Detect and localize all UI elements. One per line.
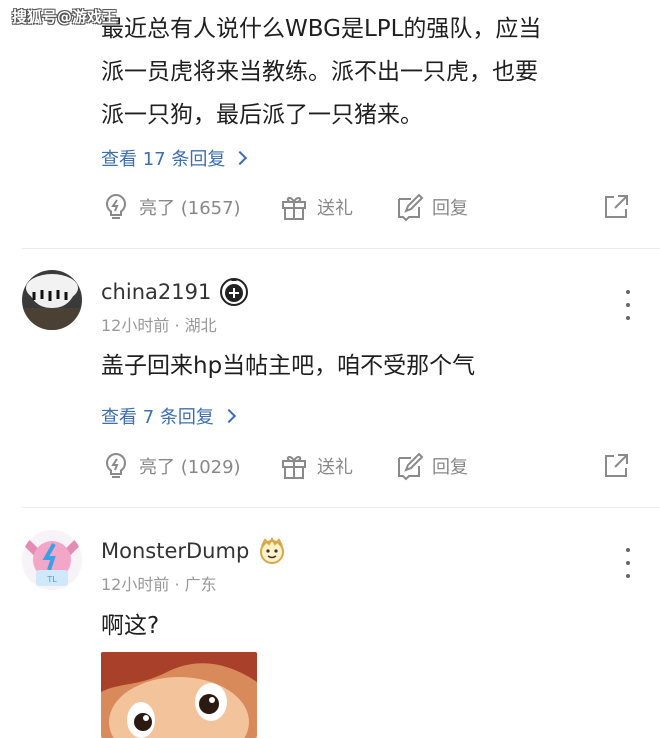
share-icon	[605, 454, 628, 477]
reply-button[interactable]: 回复	[394, 190, 468, 224]
comment-text-1: 最近总有人说什么WBG是LPL的强队，应当 派一员虎将来当教练。派不出一只虎，也…	[101, 8, 541, 137]
comment-meta: 12小时前 · 湖北	[101, 312, 217, 336]
reply-label: 回复	[432, 457, 468, 478]
divider	[22, 507, 660, 508]
comment-line: 派一只狗，最后派了一只猪来。	[101, 102, 423, 128]
like-count: 亮了 (1029)	[139, 457, 241, 478]
divider	[22, 248, 660, 249]
comment-meta: 12小时前 · 广东	[101, 571, 217, 595]
comment-text-2: 盖子回来hp当帖主吧，咱不受那个气	[101, 353, 476, 379]
like-button[interactable]: 亮了 (1029)	[101, 449, 241, 483]
view-replies-link[interactable]: 查看 7 条回复	[101, 403, 236, 429]
gift-icon	[282, 455, 306, 479]
action-bar: 亮了 (1657) 送礼 回复	[101, 190, 641, 224]
edit-reply-icon	[398, 193, 424, 222]
reply-button[interactable]: 回复	[394, 449, 468, 483]
action-bar: 亮了 (1029) 送礼 回复	[101, 449, 641, 483]
share-button[interactable]	[601, 449, 631, 483]
gift-label: 送礼	[317, 457, 353, 478]
comment-time: 12小时前	[101, 316, 170, 335]
watermark: 搜狐号@游戏王	[12, 8, 118, 26]
share-button[interactable]	[601, 190, 631, 224]
gift-button[interactable]: 送礼	[279, 449, 353, 483]
comment-image[interactable]	[101, 652, 257, 738]
chevron-right-icon	[221, 408, 236, 424]
username-text: MonsterDump	[101, 539, 250, 563]
view-replies-label: 查看 17 条回复	[101, 149, 226, 170]
comment-location: 广东	[184, 575, 217, 594]
comment-line: 最近总有人说什么WBG是LPL的强队，应当	[101, 16, 542, 42]
meta-separator: ·	[174, 316, 185, 335]
gift-button[interactable]: 送礼	[279, 190, 353, 224]
chevron-right-icon	[233, 150, 248, 166]
svg-text:TL: TL	[46, 575, 57, 584]
comment-line: 派一员虎将来当教练。派不出一只虎，也要	[101, 59, 538, 85]
lightbulb-icon	[105, 452, 127, 478]
avatar[interactable]	[22, 270, 82, 330]
edit-reply-icon	[398, 452, 424, 481]
username-text: china2191	[101, 280, 212, 304]
share-icon	[605, 195, 628, 218]
view-replies-link[interactable]: 查看 17 条回复	[101, 145, 248, 171]
username[interactable]: china2191	[101, 277, 249, 307]
emoji-badge-icon	[260, 537, 285, 564]
comment-location: 湖北	[184, 316, 217, 335]
comment-time: 12小时前	[101, 575, 170, 594]
gift-icon	[282, 196, 306, 220]
like-count: 亮了 (1657)	[139, 198, 241, 219]
like-button[interactable]: 亮了 (1657)	[101, 190, 241, 224]
reply-label: 回复	[432, 198, 468, 219]
gift-label: 送礼	[317, 198, 353, 219]
lightbulb-icon	[105, 193, 127, 219]
more-options-icon[interactable]	[620, 548, 636, 578]
more-options-icon[interactable]	[620, 290, 636, 320]
team-logo-badge-icon	[220, 278, 249, 306]
view-replies-label: 查看 7 条回复	[101, 407, 214, 428]
comment-text-3: 啊这?	[101, 613, 160, 639]
avatar[interactable]: TL	[22, 530, 82, 590]
username[interactable]: MonsterDump	[101, 536, 287, 566]
meta-separator: ·	[174, 575, 185, 594]
